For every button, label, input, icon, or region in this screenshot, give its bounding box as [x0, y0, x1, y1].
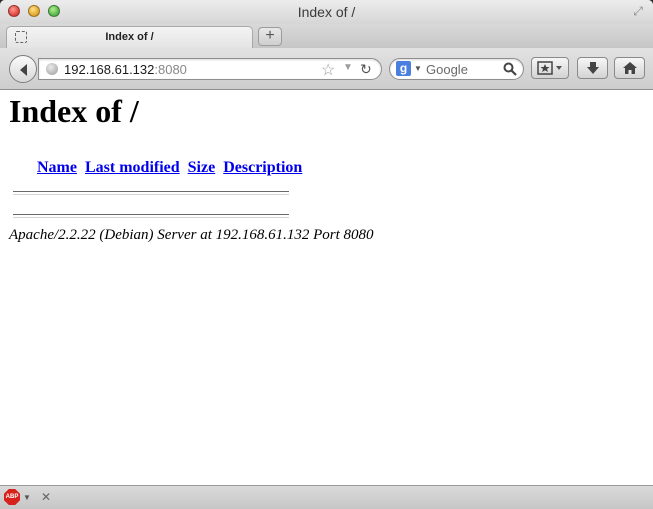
home-button[interactable] — [614, 57, 645, 79]
back-arrow-icon — [20, 64, 27, 76]
bookmarks-button[interactable] — [531, 57, 569, 79]
close-addon-bar-icon[interactable]: ✕ — [41, 490, 51, 504]
history-dropdown-icon[interactable]: ▼ — [343, 62, 353, 73]
server-signature: Apache/2.2.22 (Debian) Server at 192.168… — [9, 227, 374, 243]
tab-bar: Index of / + — [0, 24, 653, 49]
listing-header-row: Name Last modified Size Description — [37, 159, 306, 177]
fullscreen-icon[interactable]: ⤢ — [631, 4, 645, 18]
reload-icon[interactable]: ↻ — [360, 61, 372, 78]
tab-label: Index of / — [105, 31, 154, 43]
download-icon — [587, 62, 599, 74]
url-port: :8080 — [154, 62, 187, 77]
search-bar[interactable]: g ▼ Google — [389, 58, 524, 80]
column-name-link[interactable]: Name — [37, 159, 77, 176]
back-button[interactable] — [9, 55, 37, 83]
navigation-toolbar: 192.168.61.132:8080 ☆ ▼ ↻ g ▼ Google — [0, 48, 653, 90]
column-size-link[interactable]: Size — [188, 159, 216, 176]
bookmarks-icon — [537, 61, 562, 75]
search-engine-dropdown-icon[interactable]: ▼ — [414, 64, 422, 73]
page-title: Index of / — [9, 93, 139, 129]
url-bar[interactable]: 192.168.61.132:8080 ☆ ▼ ↻ — [38, 58, 382, 80]
adblock-dropdown-icon[interactable]: ▼ — [23, 493, 31, 502]
title-bar: Index of / ⤢ — [0, 0, 653, 24]
page-content: Index of / Name Last modified Size Descr… — [0, 90, 653, 485]
column-description-link[interactable]: Description — [223, 159, 302, 176]
url-host: 192.168.61.132 — [64, 62, 155, 77]
adblock-plus-icon[interactable]: ABP — [4, 489, 20, 505]
search-input[interactable]: Google — [426, 62, 468, 77]
home-icon — [623, 62, 637, 74]
header-divider — [13, 191, 289, 195]
window-title: Index of / — [297, 4, 356, 20]
search-magnifier-icon[interactable] — [503, 62, 517, 76]
addon-bar: ABP ▼ ✕ — [0, 485, 653, 509]
google-icon[interactable]: g — [396, 61, 411, 76]
column-last-modified-link[interactable]: Last modified — [85, 159, 180, 176]
browser-window: Index of / ⤢ Index of / + 192.168.61.132… — [0, 0, 653, 509]
url-text[interactable]: 192.168.61.132:8080 — [64, 62, 187, 77]
bookmark-star-icon[interactable]: ☆ — [321, 60, 335, 80]
downloads-button[interactable] — [577, 57, 608, 79]
globe-icon — [46, 63, 58, 75]
new-tab-button[interactable]: + — [258, 27, 282, 46]
footer-divider — [13, 214, 289, 218]
tab-index[interactable]: Index of / — [6, 26, 253, 48]
